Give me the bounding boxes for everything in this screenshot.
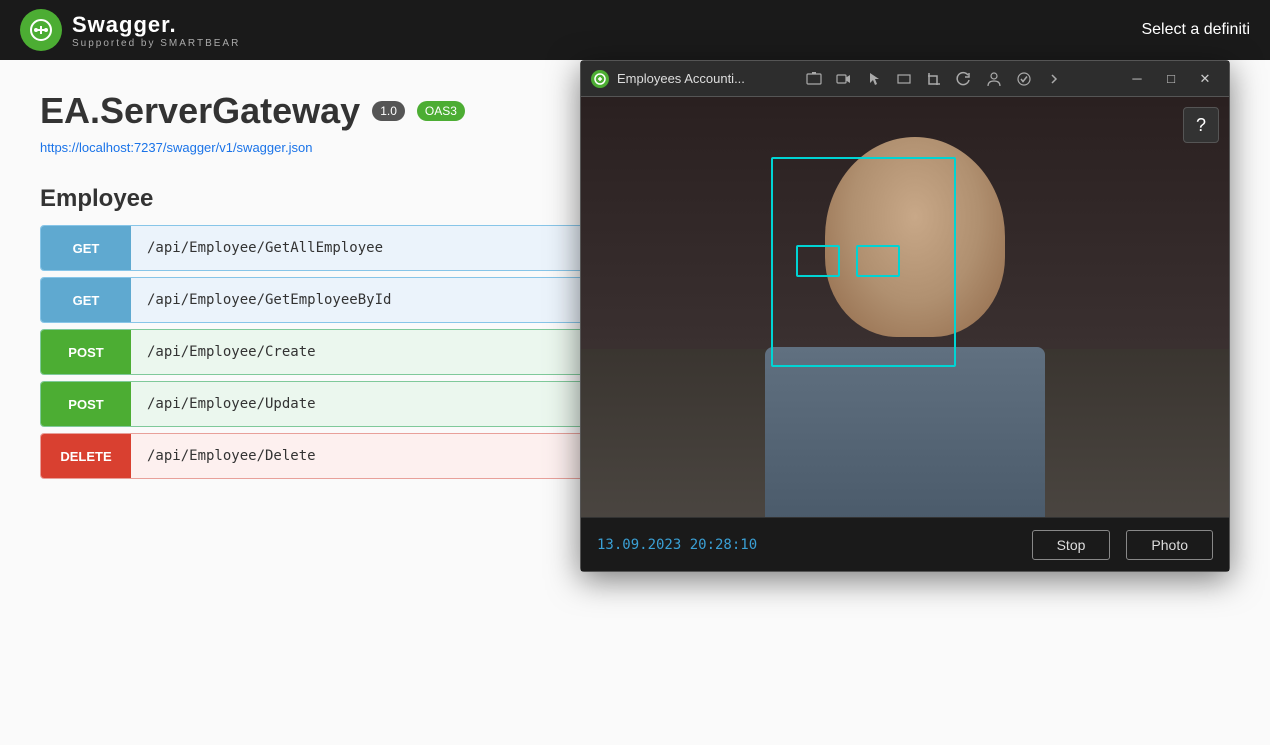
toolbar-btn-1[interactable] [801,66,827,92]
method-get-1: GET [41,226,131,270]
stop-button[interactable]: Stop [1032,530,1111,560]
window-title-text: Employees Accounti... [617,71,745,86]
window-bottom-bar: 13.09.2023 20:28:10 Stop Photo [581,517,1229,571]
camera-background [581,97,1229,517]
help-button[interactable]: ? [1183,107,1219,143]
logo-text: Swagger. Supported by SMARTBEAR [72,12,240,49]
endpoint-post-create[interactable]: POST /api/Employee/Create [40,329,610,375]
minimize-button[interactable]: ─ [1123,68,1151,90]
right-eye-box [856,245,900,277]
logo: Swagger. Supported by SMARTBEAR [20,9,240,51]
toolbar-btn-pointer[interactable] [861,66,887,92]
toolbar-btn-chevron[interactable] [1041,66,1067,92]
path-get-by-id: /api/Employee/GetEmployeeById [131,292,407,308]
path-post-create: /api/Employee/Create [131,344,332,360]
toolbar-btn-check[interactable] [1011,66,1037,92]
window-title-left: Employees Accounti... [591,70,745,88]
logo-name: Swagger. [72,12,240,38]
action-buttons: Stop Photo [1032,530,1213,560]
api-title-text: EA.ServerGateway [40,90,360,132]
camera-window: Employees Accounti... [580,60,1230,572]
window-controls: ─ □ ✕ [1123,68,1219,90]
app-header: Swagger. Supported by SMARTBEAR Select a… [0,0,1270,60]
version-badge: 1.0 [372,101,405,121]
endpoint-get-all[interactable]: GET /api/Employee/GetAllEmployee [40,225,610,271]
toolbar-btn-video[interactable] [831,66,857,92]
main-content: EA.ServerGateway 1.0 OAS3 https://localh… [0,60,1270,515]
path-post-update: /api/Employee/Update [131,396,332,412]
camera-feed: ? [581,97,1229,517]
method-delete: DELETE [41,434,131,478]
path-get-all: /api/Employee/GetAllEmployee [131,240,399,256]
endpoint-get-by-id[interactable]: GET /api/Employee/GetEmployeeById [40,277,610,323]
toolbar-btn-person[interactable] [981,66,1007,92]
window-toolbar [801,66,1067,92]
photo-button[interactable]: Photo [1126,530,1213,560]
path-delete: /api/Employee/Delete [131,448,332,464]
definition-select[interactable]: Select a definiti [1141,21,1250,39]
toolbar-btn-rect[interactable] [891,66,917,92]
logo-icon [20,9,62,51]
window-titlebar: Employees Accounti... [581,61,1229,97]
close-button[interactable]: ✕ [1191,68,1219,90]
oas3-badge: OAS3 [417,101,465,121]
logo-sub: Supported by SMARTBEAR [72,38,240,49]
method-get-2: GET [41,278,131,322]
toolbar-btn-refresh[interactable] [951,66,977,92]
method-post-1: POST [41,330,131,374]
timestamp: 13.09.2023 20:28:10 [597,537,757,553]
endpoint-post-update[interactable]: POST /api/Employee/Update [40,381,610,427]
window-app-icon [591,70,609,88]
maximize-button[interactable]: □ [1157,68,1185,90]
method-post-2: POST [41,382,131,426]
toolbar-btn-crop[interactable] [921,66,947,92]
body-shape [765,347,1045,517]
endpoint-delete[interactable]: DELETE /api/Employee/Delete [40,433,610,479]
left-eye-box [796,245,840,277]
